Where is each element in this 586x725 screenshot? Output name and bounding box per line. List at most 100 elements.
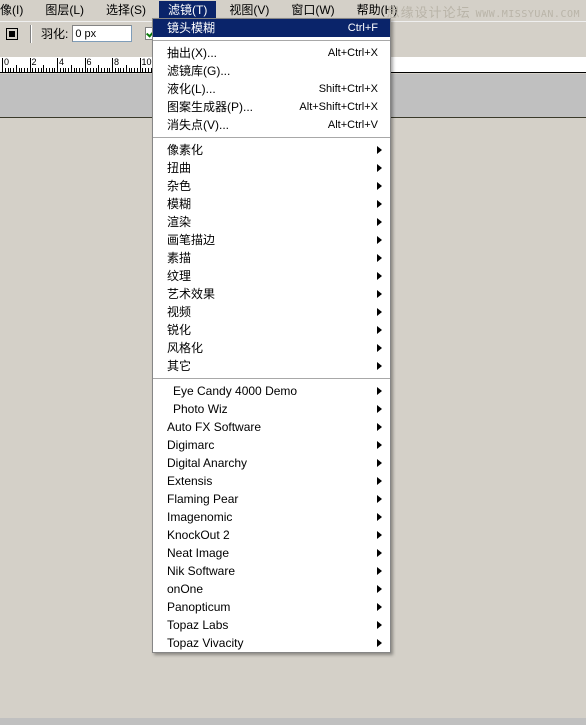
menu-item-shortcut: Alt+Ctrl+V (327, 119, 378, 131)
ruler-number: 2 (31, 57, 37, 67)
ruler-minor-tick (73, 68, 75, 72)
menu-item-digital-anarchy[interactable]: Digital Anarchy (153, 454, 390, 472)
menu-item-noise[interactable]: 杂色 (153, 177, 390, 195)
submenu-arrow-icon (377, 531, 382, 539)
ruler-minor-tick (117, 68, 119, 72)
submenu-arrow-icon (377, 621, 382, 629)
menu-item-label: Photo Wiz (173, 402, 228, 416)
ruler-minor-tick (24, 68, 25, 72)
ruler-minor-tick (145, 68, 146, 72)
ruler-minor-tick (18, 68, 20, 72)
submenu-arrow-icon (377, 513, 382, 521)
menu-separator (153, 378, 390, 379)
menu-item-neat-image[interactable]: Neat Image (153, 544, 390, 562)
submenu-arrow-icon (377, 182, 382, 190)
ruler-minor-tick (37, 68, 39, 72)
photoshop-window: 02468101214161820 (0, 0, 586, 725)
menu-item-label: 镜头模糊 (167, 21, 216, 35)
menu-item-texture[interactable]: 纹理 (153, 267, 390, 285)
menu-item-video[interactable]: 视频 (153, 303, 390, 321)
ruler-minor-tick (120, 68, 122, 72)
menu-item-panopticum[interactable]: Panopticum (153, 598, 390, 616)
menu-item-eye-candy-4000-demo[interactable]: Eye Candy 4000 Demo (153, 382, 390, 400)
submenu-arrow-icon (377, 441, 382, 449)
menu-item-label: Topaz Vivacity (167, 636, 244, 650)
menu-item-vanishing-point[interactable]: 消失点(V)... Alt+Ctrl+V (153, 116, 390, 134)
menu-item-label: Digimarc (167, 438, 215, 452)
menu-item-label: 像素化 (167, 143, 204, 157)
menubar-layer[interactable]: 图层(L) (36, 1, 93, 21)
ruler-minor-tick (125, 65, 127, 72)
menu-item-brush-strokes[interactable]: 画笔描边 (153, 231, 390, 249)
menu-item-flaming-pear[interactable]: Flaming Pear (153, 490, 390, 508)
ruler-minor-tick (92, 68, 94, 72)
menu-item-label: Digital Anarchy (167, 456, 248, 470)
menu-item-pattern-maker[interactable]: 图案生成器(P)... Alt+Shift+Ctrl+X (153, 98, 390, 116)
feather-input[interactable]: 0 px (72, 25, 133, 42)
ruler-minor-tick (15, 65, 17, 72)
menu-item-other[interactable]: 其它 (153, 357, 390, 375)
menu-item-extract[interactable]: 抽出(X)... Alt+Ctrl+X (153, 44, 390, 62)
menu-item-label: 杂色 (167, 179, 192, 193)
menubar-select[interactable]: 选择(S) (97, 1, 155, 21)
submenu-arrow-icon (377, 308, 382, 316)
menu-item-filter-gallery[interactable]: 滤镜库(G)... (153, 62, 390, 80)
menu-item-sketch[interactable]: 素描 (153, 249, 390, 267)
canvas-bottom-margin (0, 718, 586, 725)
ruler-minor-tick (109, 68, 111, 72)
filter-dropdown-menu[interactable]: 镜头模糊 Ctrl+F 抽出(X)... Alt+Ctrl+X 滤镜库(G)... 液化(… (152, 18, 391, 653)
ruler-minor-tick (4, 68, 6, 72)
menu-item-sharpen[interactable]: 锐化 (153, 321, 390, 339)
ruler-minor-tick (101, 68, 102, 72)
ruler-minor-tick (46, 68, 47, 72)
menu-item-onone[interactable]: onOne (153, 580, 390, 598)
ruler-minor-tick (40, 68, 42, 72)
menu-item-label: 画笔描边 (167, 233, 216, 247)
menu-item-knockout-2[interactable]: KnockOut 2 (153, 526, 390, 544)
menu-item-topaz-vivacity[interactable]: Topaz Vivacity (153, 634, 390, 652)
menu-item-label: 图案生成器(P)... (167, 100, 253, 114)
menu-item-label: Extensis (167, 474, 213, 488)
menu-item-topaz-labs[interactable]: Topaz Labs (153, 616, 390, 634)
menu-item-shortcut: Alt+Shift+Ctrl+X (299, 101, 378, 113)
menu-item-label: 扭曲 (167, 161, 192, 175)
menu-item-label: Flaming Pear (167, 492, 239, 506)
ruler-minor-tick (136, 68, 138, 72)
menu-item-blur[interactable]: 模糊 (153, 195, 390, 213)
ruler-number: 10 (141, 57, 152, 67)
submenu-arrow-icon (377, 477, 382, 485)
menu-item-distort[interactable]: 扭曲 (153, 159, 390, 177)
menu-item-render[interactable]: 渲染 (153, 213, 390, 231)
menu-item-label: 艺术效果 (167, 287, 216, 301)
menu-item-lens-blur[interactable]: 镜头模糊 Ctrl+F (153, 19, 390, 37)
marquee-tool-icon[interactable] (3, 25, 23, 43)
menu-item-imagenomic[interactable]: Imagenomic (153, 508, 390, 526)
menu-item-artistic[interactable]: 艺术效果 (153, 285, 390, 303)
ruler-minor-tick (32, 68, 34, 72)
ruler-number: 4 (59, 57, 65, 67)
menu-item-nik-software[interactable]: Nik Software (153, 562, 390, 580)
menu-item-label: 消失点(V)... (167, 118, 229, 132)
ruler-minor-tick (87, 68, 89, 72)
menu-item-label: 素描 (167, 251, 192, 265)
menu-item-shortcut: Ctrl+F (347, 22, 378, 34)
ruler-minor-tick (131, 68, 133, 72)
menu-item-digimarc[interactable]: Digimarc (153, 436, 390, 454)
submenu-arrow-icon (377, 164, 382, 172)
ruler-minor-tick (114, 68, 116, 72)
menu-item-auto-fx-software[interactable]: Auto FX Software (153, 418, 390, 436)
menubar-image[interactable]: 像(I) (0, 1, 32, 21)
submenu-arrow-icon (377, 495, 382, 503)
menu-item-extensis[interactable]: Extensis (153, 472, 390, 490)
menu-item-photo-wiz[interactable]: Photo Wiz (153, 400, 390, 418)
menu-item-liquify[interactable]: 液化(L)... Shift+Ctrl+X (153, 80, 390, 98)
submenu-arrow-icon (377, 603, 382, 611)
menu-item-pixelate[interactable]: 像素化 (153, 141, 390, 159)
ruler-minor-tick (68, 68, 69, 72)
submenu-arrow-icon (377, 585, 382, 593)
submenu-arrow-icon (377, 200, 382, 208)
menu-item-stylize[interactable]: 风格化 (153, 339, 390, 357)
ruler-minor-tick (10, 68, 12, 72)
submenu-arrow-icon (377, 362, 382, 370)
options-separator (30, 24, 32, 43)
